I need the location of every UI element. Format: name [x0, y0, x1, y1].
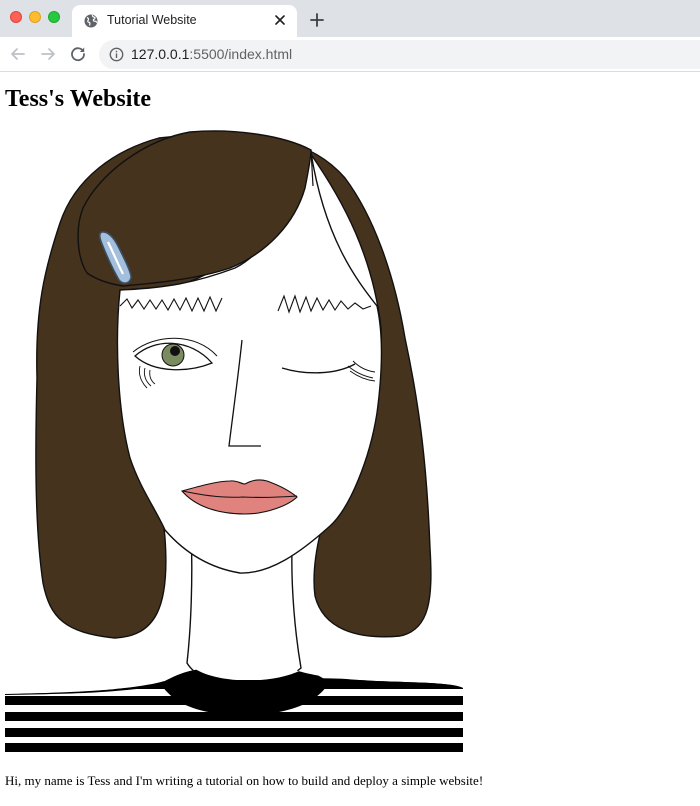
globe-icon: [84, 14, 98, 28]
reload-icon[interactable]: [68, 44, 88, 64]
page-title: Tess's Website: [5, 86, 152, 112]
tab-title: Tutorial Website: [107, 13, 197, 27]
url-host: 127.0.0.1: [131, 46, 190, 62]
shirt-stripe: [5, 743, 463, 752]
address-bar[interactable]: 127.0.0.1:5500/index.html: [99, 40, 700, 69]
url-text: 127.0.0.1:5500/index.html: [131, 46, 292, 62]
minimize-window-button[interactable]: [29, 11, 41, 23]
intro-paragraph: Hi, my name is Tess and I'm writing a tu…: [5, 773, 484, 788]
back-arrow-icon[interactable]: [8, 44, 28, 64]
portrait-illustration: [5, 130, 463, 758]
forward-arrow-icon[interactable]: [38, 44, 58, 64]
zoom-window-button[interactable]: [48, 11, 60, 23]
pupil: [170, 346, 180, 356]
tab-strip: Tutorial Website: [0, 0, 700, 37]
shirt-stripe: [5, 728, 463, 737]
plus-icon[interactable]: [309, 12, 325, 28]
shirt: [5, 669, 463, 758]
url-path: :5500/index.html: [189, 46, 293, 62]
close-icon[interactable]: [273, 13, 287, 27]
toolbar: 127.0.0.1:5500/index.html: [0, 37, 700, 72]
browser-chrome: Tutorial Website 127.0.0.1:5500/index.ht…: [0, 0, 700, 72]
info-icon[interactable]: [109, 47, 124, 62]
tab-tutorial-website[interactable]: Tutorial Website: [72, 5, 297, 37]
close-window-button[interactable]: [10, 11, 22, 23]
